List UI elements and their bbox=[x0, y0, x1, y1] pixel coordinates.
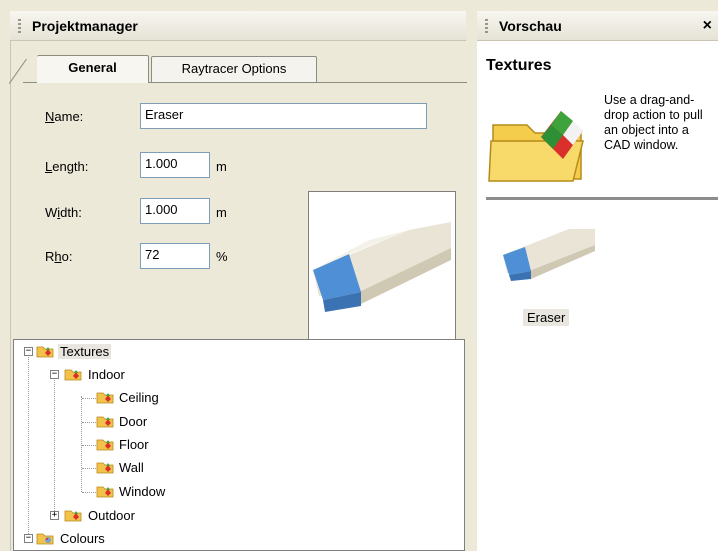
preview-heading: Textures bbox=[486, 57, 552, 74]
folder-icon bbox=[96, 392, 114, 404]
grip-handle[interactable] bbox=[485, 19, 488, 35]
preview-panel: Textures Use a drag-and-drop action to p… bbox=[477, 41, 718, 551]
tree-item-textures[interactable]: Textures bbox=[58, 341, 112, 363]
collapse-toggle[interactable]: − bbox=[50, 370, 59, 379]
tree-item-window[interactable]: Window bbox=[117, 481, 167, 503]
tree-line bbox=[82, 468, 96, 469]
folder-icon bbox=[36, 346, 54, 358]
folder-icon bbox=[96, 439, 114, 451]
length-label: Length: bbox=[45, 159, 89, 174]
general-tab-page: Name: Eraser Length: 1.000 m Width: 1.00… bbox=[23, 82, 467, 347]
preview-title: Vorschau bbox=[499, 18, 562, 34]
tab-raytracer-options[interactable]: Raytracer Options bbox=[151, 56, 317, 82]
textures-folder-icon bbox=[488, 111, 584, 182]
eraser-icon[interactable] bbox=[499, 223, 599, 283]
rho-label: Rho: bbox=[45, 249, 73, 264]
folder-icon bbox=[96, 486, 114, 498]
tree-item-colours[interactable]: Colours bbox=[58, 528, 107, 550]
project-manager-header: Projektmanager bbox=[10, 11, 466, 41]
rho-unit: % bbox=[216, 249, 228, 264]
name-input[interactable]: Eraser bbox=[140, 103, 427, 129]
tree-item-door[interactable]: Door bbox=[117, 411, 149, 433]
preview-header: Vorschau × bbox=[477, 11, 718, 41]
tree-line bbox=[82, 422, 96, 423]
preview-item-caption[interactable]: Eraser bbox=[523, 309, 570, 326]
tab-edge bbox=[8, 58, 27, 84]
tree-item-ceiling[interactable]: Ceiling bbox=[117, 387, 161, 409]
separator bbox=[486, 197, 718, 200]
project-manager-panel: General Raytracer Options Name: Eraser L… bbox=[8, 41, 467, 551]
tree-item-outdoor[interactable]: Outdoor bbox=[86, 505, 137, 527]
project-manager-title: Projektmanager bbox=[32, 18, 138, 34]
width-label: Width: bbox=[45, 205, 82, 220]
rho-input[interactable]: 72 bbox=[140, 243, 210, 269]
length-unit: m bbox=[216, 159, 227, 174]
tree-line bbox=[54, 375, 55, 515]
tab-strip: General Raytracer Options bbox=[8, 55, 467, 84]
tree-item-floor[interactable]: Floor bbox=[117, 434, 151, 456]
folder-icon bbox=[96, 462, 114, 474]
preview-description: Use a drag-and-drop action to pull an ob… bbox=[604, 93, 703, 152]
folder-icon bbox=[64, 510, 82, 522]
collapse-toggle[interactable]: − bbox=[24, 534, 33, 543]
tree-line bbox=[28, 352, 29, 538]
tree-line bbox=[82, 445, 96, 446]
folder-icon bbox=[96, 416, 114, 428]
tab-general[interactable]: General bbox=[37, 55, 149, 83]
texture-preview bbox=[308, 191, 456, 347]
width-unit: m bbox=[216, 205, 227, 220]
tree-line bbox=[82, 492, 96, 493]
width-input[interactable]: 1.000 bbox=[140, 198, 210, 224]
tree-line bbox=[81, 396, 82, 492]
tree-item-indoor[interactable]: Indoor bbox=[86, 364, 127, 386]
collapse-toggle[interactable]: − bbox=[24, 347, 33, 356]
close-icon[interactable]: × bbox=[703, 11, 712, 41]
tree-item-wall[interactable]: Wall bbox=[117, 457, 146, 479]
eraser-icon bbox=[313, 222, 451, 312]
expand-toggle[interactable]: + bbox=[50, 511, 59, 520]
palette-folder-icon bbox=[36, 533, 54, 545]
length-input[interactable]: 1.000 bbox=[140, 152, 210, 178]
folder-icon bbox=[64, 369, 82, 381]
grip-handle[interactable] bbox=[18, 19, 21, 35]
texture-tree[interactable]: − Textures − Indoor Ceiling Door Floor W… bbox=[13, 339, 465, 551]
name-label: Name: bbox=[45, 109, 84, 124]
tree-line bbox=[82, 398, 96, 399]
